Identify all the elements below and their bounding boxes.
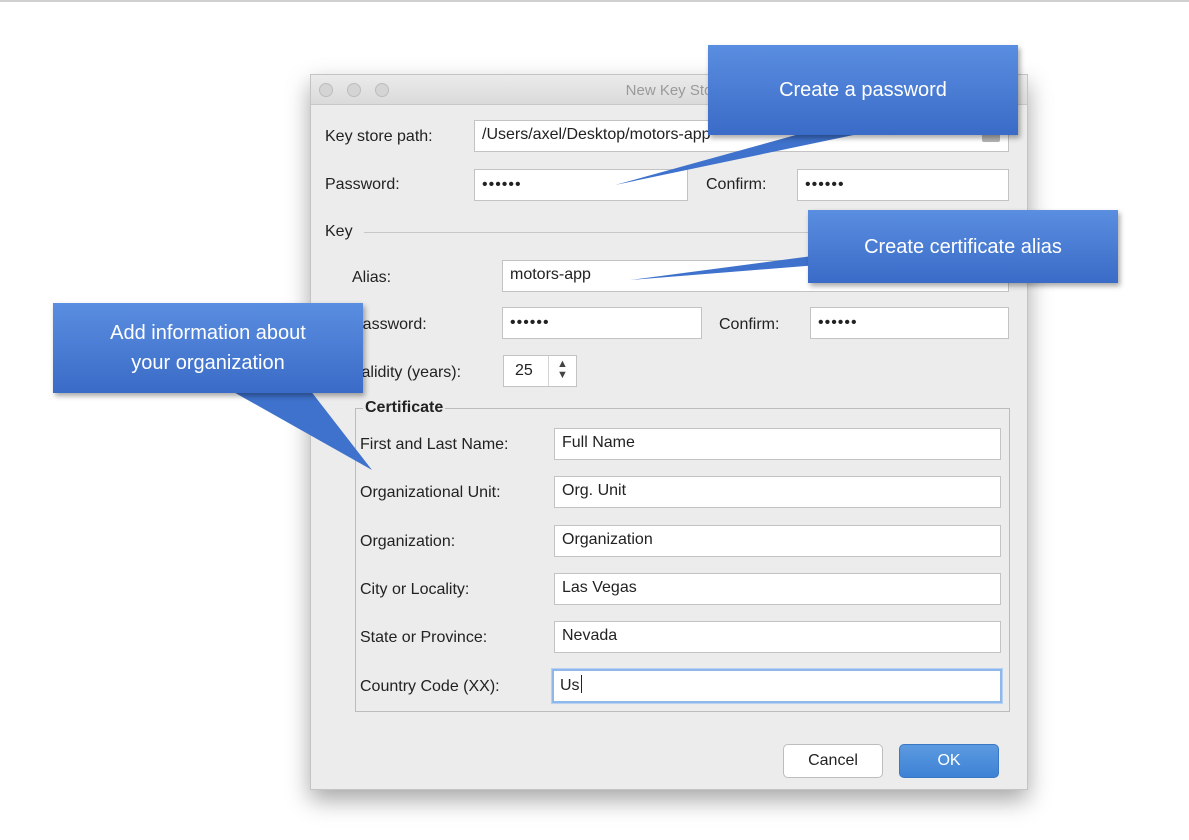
alias-callout: Create certificate alias	[808, 210, 1118, 283]
organization-callout-pointer	[230, 390, 372, 470]
organization-callout: Add information about your organization	[53, 303, 363, 393]
password-callout: Create a password	[708, 45, 1018, 135]
organization-callout-line2: your organization	[131, 352, 285, 374]
organization-callout-line1: Add information about	[110, 322, 306, 344]
